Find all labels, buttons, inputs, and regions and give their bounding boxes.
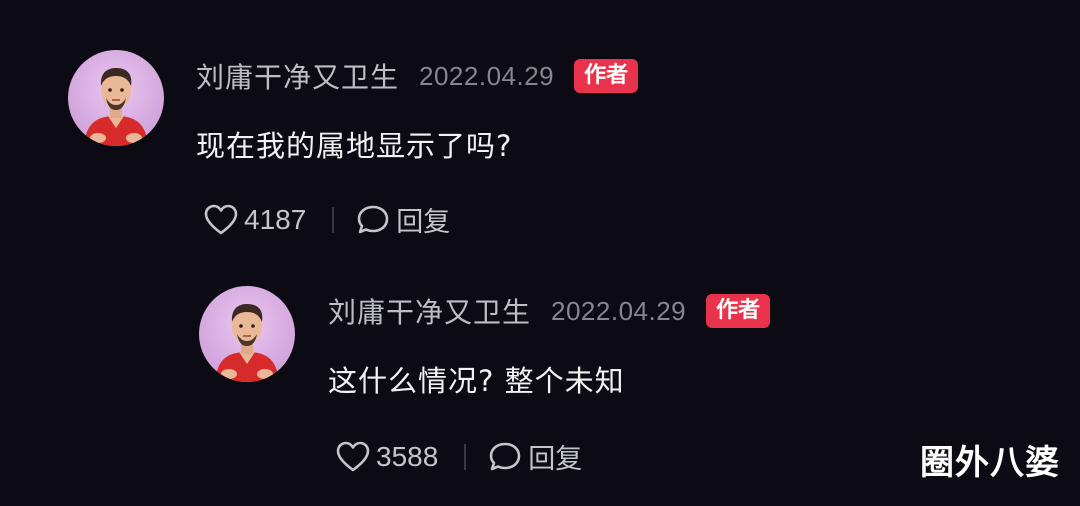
username[interactable]: 刘庸干净又卫生 xyxy=(328,291,531,331)
author-badge: 作者 xyxy=(706,294,771,328)
comment-text: 现在我的属地显示了吗? xyxy=(196,129,513,163)
reply-label: 回复 xyxy=(396,207,451,238)
username[interactable]: 刘庸干净又卫生 xyxy=(196,56,399,96)
comment-actions: 3588 回复 xyxy=(336,437,582,476)
like-button[interactable]: 4187 xyxy=(204,204,306,236)
watermark: 圈外八婆 xyxy=(920,443,1060,483)
avatar[interactable] xyxy=(68,50,164,146)
comment-date: 2022.04.29 xyxy=(419,60,555,91)
speech-bubble-icon xyxy=(489,442,521,470)
comment-item: 刘庸干净又卫生 2022.04.29 作者 现在我的属地显示了吗? 4187 回… xyxy=(0,0,1080,250)
author-badge: 作者 xyxy=(574,59,639,93)
reply-comment-item: 刘庸干净又卫生 2022.04.29 作者 这什么情况? 整个未知 3588 回… xyxy=(0,250,1080,506)
comment-date: 2022.04.29 xyxy=(551,295,687,326)
comment-meta: 刘庸干净又卫生 2022.04.29 作者 xyxy=(328,291,771,331)
speech-bubble-icon xyxy=(357,205,389,233)
like-button[interactable]: 3588 xyxy=(336,441,438,473)
like-count: 4187 xyxy=(244,203,307,235)
comment-meta: 刘庸干净又卫生 2022.04.29 作者 xyxy=(196,56,639,96)
action-divider xyxy=(332,206,335,233)
cartoon-man-avatar-icon xyxy=(215,304,279,382)
avatar[interactable] xyxy=(199,286,295,382)
reply-label: 回复 xyxy=(528,444,583,475)
reply-button[interactable]: 回复 xyxy=(356,200,450,239)
action-divider xyxy=(464,443,467,470)
heart-icon xyxy=(336,441,370,471)
comment-actions: 4187 回复 xyxy=(204,200,450,239)
cartoon-man-avatar-icon xyxy=(84,68,148,146)
comment-text: 这什么情况? 整个未知 xyxy=(328,364,625,398)
reply-button[interactable]: 回复 xyxy=(488,437,582,476)
heart-icon xyxy=(204,204,238,234)
comment-thread: 刘庸干净又卫生 2022.04.29 作者 现在我的属地显示了吗? 4187 回… xyxy=(0,0,1080,506)
like-count: 3588 xyxy=(376,440,439,472)
